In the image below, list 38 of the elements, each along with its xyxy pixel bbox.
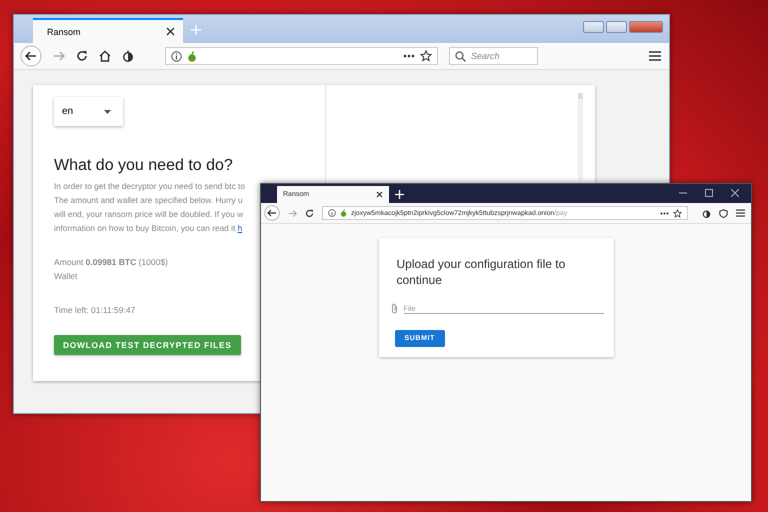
search-icon	[455, 50, 466, 62]
time-left-text: Time left: 01:11:59:47	[54, 305, 136, 315]
home-icon[interactable]	[99, 50, 111, 62]
new-tab-icon[interactable]	[395, 190, 404, 199]
info-icon[interactable]	[171, 50, 182, 62]
more-icon[interactable]	[403, 54, 415, 58]
language-select[interactable]: en	[54, 97, 123, 126]
maximize-button[interactable]	[606, 21, 627, 33]
reload-icon[interactable]	[305, 208, 314, 218]
close-icon[interactable]	[731, 189, 739, 197]
scrollbar[interactable]	[578, 93, 583, 181]
instruction-text: The amount and wallet are specified below. Hurry u	[54, 194, 243, 207]
info-icon[interactable]	[328, 209, 336, 217]
caret-icon	[104, 110, 111, 114]
maximize-icon[interactable]	[705, 189, 713, 197]
back-icon[interactable]	[264, 205, 280, 221]
close-icon[interactable]	[376, 191, 383, 198]
instruction-text: will end, your ransom price will be doubled. If you w	[54, 208, 244, 221]
minimize-button[interactable]	[583, 21, 604, 33]
wallet-label: Wallet	[54, 271, 78, 281]
search-field[interactable]: Search	[449, 47, 538, 65]
help-link[interactable]: h	[238, 223, 242, 233]
shield-icon[interactable]	[719, 208, 728, 218]
more-icon[interactable]	[660, 212, 669, 214]
instruction-text: In order to get the decryptor you need to send btc to	[54, 180, 245, 193]
back-icon[interactable]	[20, 45, 42, 67]
browser-tab[interactable]: Ransom	[33, 18, 183, 43]
paperclip-icon	[390, 303, 398, 314]
menu-icon[interactable]	[736, 209, 745, 217]
page-heading: What do you need to do?	[54, 157, 234, 175]
instruction-text: information on how to buy Bitcoin, you can read it	[54, 223, 236, 233]
amount-text: Amount 0.09981 BTC (1000$)	[54, 257, 169, 267]
menu-icon[interactable]	[649, 51, 661, 61]
star-icon[interactable]	[420, 50, 432, 62]
upload-heading: Upload your configuration file to continue	[396, 256, 566, 288]
reload-icon[interactable]	[76, 50, 88, 62]
star-icon[interactable]	[673, 208, 682, 218]
close-icon[interactable]	[166, 27, 175, 36]
